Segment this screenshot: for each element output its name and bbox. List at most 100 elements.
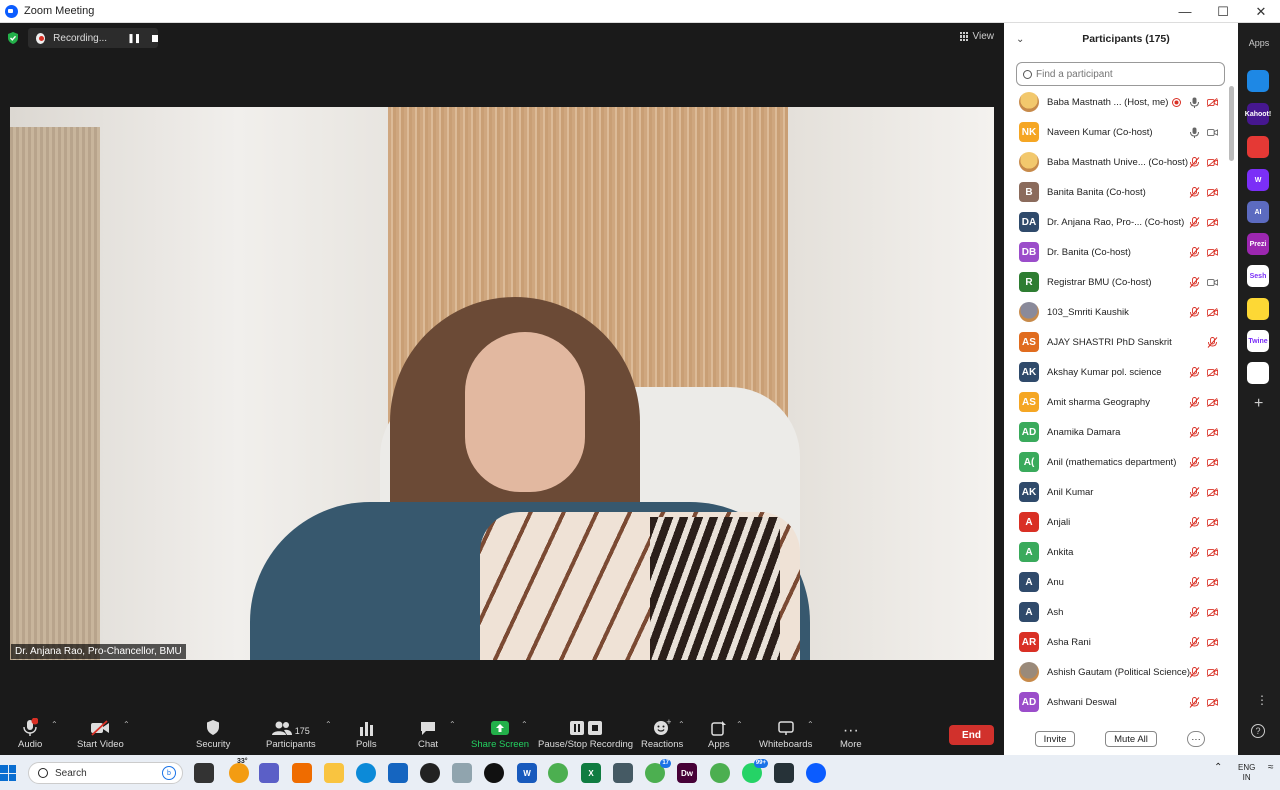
- help-icon[interactable]: ?: [1251, 724, 1265, 738]
- view-button[interactable]: View: [959, 31, 994, 42]
- add-app-icon[interactable]: +: [1254, 395, 1263, 413]
- audio-options-chevron-icon[interactable]: ⌃: [51, 720, 58, 729]
- video-options-chevron-icon[interactable]: ⌃: [123, 720, 130, 729]
- participant-row[interactable]: A Anu: [1004, 567, 1230, 597]
- participant-row[interactable]: Ashish Gautam (Political Science): [1004, 657, 1230, 687]
- participant-row[interactable]: AD Anamika Damara: [1004, 417, 1230, 447]
- chrome-icon[interactable]: [548, 763, 568, 783]
- participant-row[interactable]: Baba Mastnath Unive... (Co-host): [1004, 147, 1230, 177]
- wifi-icon[interactable]: ≈: [1268, 763, 1274, 773]
- participant-row[interactable]: AR Asha Rani: [1004, 627, 1230, 657]
- tray-overflow-icon[interactable]: ⌃: [1214, 763, 1222, 773]
- apps-more-icon[interactable]: ⋮: [1256, 694, 1268, 706]
- close-button[interactable]: ✕: [1242, 0, 1280, 23]
- active-speaker-video[interactable]: [10, 107, 994, 660]
- participant-row[interactable]: A Ankita: [1004, 537, 1230, 567]
- participant-search-box[interactable]: [1016, 62, 1225, 86]
- participant-row[interactable]: B Banita Banita (Co-host): [1004, 177, 1230, 207]
- chat-button[interactable]: Chat: [418, 718, 438, 750]
- invite-button[interactable]: Invite: [1035, 731, 1075, 747]
- end-meeting-button[interactable]: End: [949, 725, 994, 745]
- prezi-icon[interactable]: Prezi: [1247, 233, 1269, 255]
- mic-muted-icon[interactable]: [1189, 696, 1200, 708]
- participant-row[interactable]: AK Akshay Kumar pol. science: [1004, 357, 1230, 387]
- language-indicator[interactable]: ENG IN: [1238, 763, 1255, 783]
- mic-muted-icon[interactable]: [1189, 546, 1200, 558]
- participant-row[interactable]: R Registrar BMU (Co-host): [1004, 267, 1230, 297]
- grid-app-icon[interactable]: [1247, 362, 1269, 384]
- participant-row[interactable]: A Anjali: [1004, 507, 1230, 537]
- dell-icon[interactable]: [420, 763, 440, 783]
- chrome-profile-icon[interactable]: 17: [645, 759, 671, 783]
- participant-row[interactable]: AS Amit sharma Geography: [1004, 387, 1230, 417]
- share-options-chevron-icon[interactable]: ⌃: [521, 720, 528, 729]
- mic-muted-icon[interactable]: [1189, 366, 1200, 378]
- audio-button[interactable]: Audio: [18, 718, 42, 750]
- participant-row[interactable]: NK Naveen Kumar (Co-host): [1004, 117, 1230, 147]
- mic-muted-icon[interactable]: [1189, 486, 1200, 498]
- notepad-icon[interactable]: [452, 763, 472, 783]
- camera-app-icon[interactable]: [484, 763, 504, 783]
- microsoft-store-icon[interactable]: [388, 763, 408, 783]
- task-view-icon[interactable]: [194, 763, 214, 783]
- mic-muted-icon[interactable]: [1189, 516, 1200, 528]
- mic-muted-icon[interactable]: [1189, 156, 1200, 168]
- chrome-second-icon[interactable]: [710, 763, 730, 783]
- emoji-app-icon[interactable]: [1247, 298, 1269, 320]
- chat-options-chevron-icon[interactable]: ⌃: [449, 720, 456, 729]
- mic-muted-icon[interactable]: [1189, 246, 1200, 258]
- mic-muted-icon[interactable]: [1189, 636, 1200, 648]
- reactions-button[interactable]: + Reactions: [641, 718, 683, 750]
- xampp-icon[interactable]: [292, 763, 312, 783]
- whiteboards-button[interactable]: Whiteboards: [759, 718, 812, 750]
- mic-muted-icon[interactable]: [1189, 606, 1200, 618]
- more-button[interactable]: ··· More: [840, 718, 862, 751]
- apps-options-chevron-icon[interactable]: ⌃: [736, 720, 743, 729]
- maximize-button[interactable]: ☐: [1204, 0, 1242, 23]
- network-app-icon[interactable]: [613, 763, 633, 783]
- windows-start-icon[interactable]: [0, 765, 16, 781]
- weather-icon[interactable]: 33°: [229, 758, 249, 783]
- participant-row[interactable]: A Ash: [1004, 597, 1230, 627]
- polls-button[interactable]: Polls: [356, 718, 377, 750]
- minimize-button[interactable]: —: [1166, 0, 1204, 23]
- reactions-options-chevron-icon[interactable]: ⌃: [678, 720, 685, 729]
- mic-muted-icon[interactable]: [1189, 216, 1200, 228]
- screen-app-icon[interactable]: [774, 763, 794, 783]
- participant-search-input[interactable]: [1036, 68, 1206, 80]
- whiteboards-options-chevron-icon[interactable]: ⌃: [807, 720, 814, 729]
- edge-browser-icon[interactable]: [356, 763, 376, 783]
- mic-muted-icon[interactable]: [1189, 306, 1200, 318]
- mic-muted-icon[interactable]: [1189, 456, 1200, 468]
- mic-on-icon[interactable]: [1189, 127, 1200, 138]
- red-app-icon[interactable]: [1247, 136, 1269, 158]
- mic-muted-icon[interactable]: [1189, 426, 1200, 438]
- ai-app-icon[interactable]: AI: [1247, 201, 1269, 223]
- participant-row[interactable]: AK Anil Kumar: [1004, 477, 1230, 507]
- mic-muted-icon[interactable]: [1189, 576, 1200, 588]
- mic-muted-icon[interactable]: [1189, 276, 1200, 288]
- stop-recording-icon[interactable]: [152, 34, 158, 42]
- collapse-panel-chevron-icon[interactable]: ⌄: [1016, 34, 1024, 45]
- whatsapp-icon[interactable]: 99+: [742, 759, 768, 783]
- mic-on-icon[interactable]: [1189, 97, 1200, 108]
- mic-muted-icon[interactable]: [1189, 396, 1200, 408]
- participant-row[interactable]: DA Dr. Anjana Rao, Pro-... (Co-host): [1004, 207, 1230, 237]
- pause-recording-icon[interactable]: ❚❚: [127, 33, 141, 44]
- participant-row[interactable]: DB Dr. Banita (Co-host): [1004, 237, 1230, 267]
- participants-scrollbar[interactable]: [1229, 86, 1234, 161]
- kahoot-icon[interactable]: Kahoot!: [1245, 103, 1271, 125]
- sesh-icon[interactable]: Sesh: [1247, 265, 1269, 287]
- encryption-shield-icon[interactable]: [6, 31, 20, 45]
- mic-muted-icon[interactable]: [1189, 666, 1200, 678]
- arrow-app-icon[interactable]: [1247, 70, 1269, 92]
- w-app-icon[interactable]: W: [1247, 169, 1269, 191]
- twine-icon[interactable]: Twine: [1247, 330, 1269, 352]
- participant-row[interactable]: Baba Mastnath ... (Host, me): [1004, 87, 1230, 117]
- participant-row[interactable]: AS AJAY SHASTRI PhD Sanskrit: [1004, 327, 1230, 357]
- mic-muted-icon[interactable]: [1207, 336, 1218, 348]
- excel-icon[interactable]: X: [581, 763, 601, 783]
- participant-row[interactable]: 103_Smriti Kaushik: [1004, 297, 1230, 327]
- word-icon[interactable]: W: [517, 763, 537, 783]
- dreamweaver-icon[interactable]: Dw: [677, 763, 697, 783]
